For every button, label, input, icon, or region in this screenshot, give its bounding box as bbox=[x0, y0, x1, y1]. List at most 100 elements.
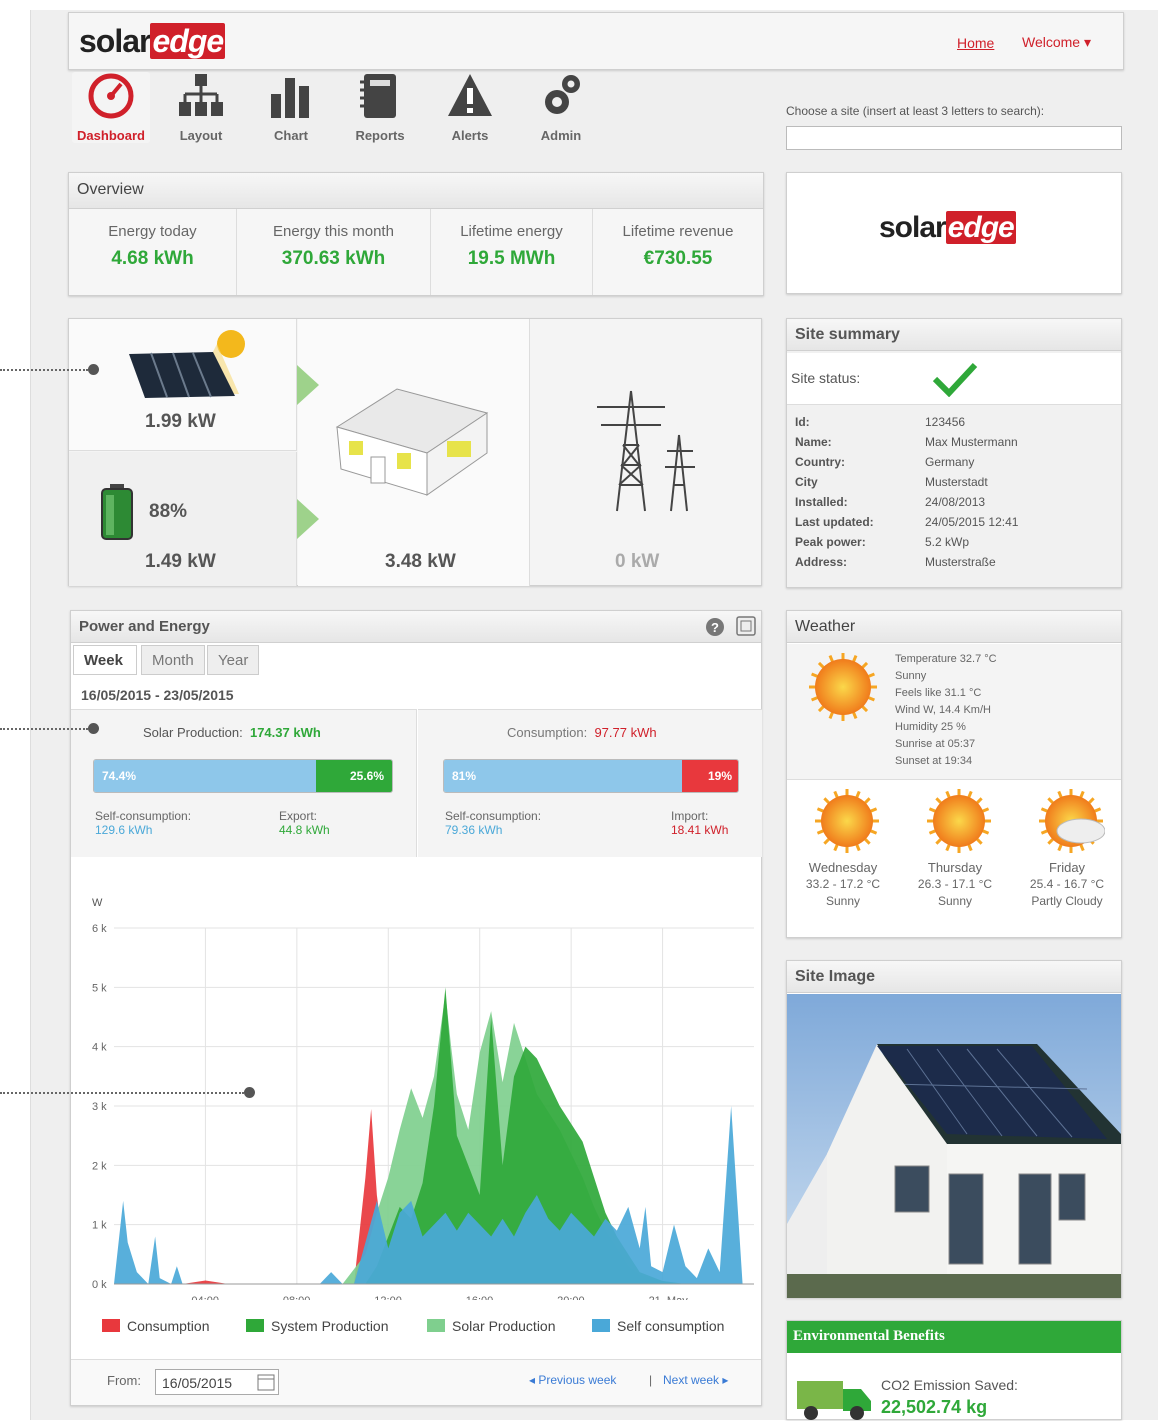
site-photo bbox=[787, 994, 1121, 1298]
export-icon[interactable] bbox=[735, 615, 757, 637]
solaredge-logo[interactable]: solaredge bbox=[79, 23, 226, 60]
header-bar: solaredge Home Welcome ▾ bbox=[68, 12, 1124, 70]
annotation-line bbox=[0, 369, 88, 371]
consumption-caption: Consumption: bbox=[507, 725, 588, 740]
flow-arrow-icon bbox=[297, 499, 319, 539]
self-consumption-value: 129.6 kWh bbox=[95, 823, 153, 837]
forecast-temp: 25.4 - 16.7 °C bbox=[1029, 877, 1105, 891]
overview-title: Overview bbox=[69, 173, 763, 209]
y-tick-label: 4 k bbox=[92, 1042, 107, 1054]
checkmark-icon bbox=[932, 362, 978, 397]
summary-key: Address: bbox=[795, 555, 848, 569]
legend-item[interactable]: Consumption bbox=[102, 1318, 210, 1334]
reports-icon bbox=[360, 74, 396, 118]
nav-dashboard[interactable]: Dashboard bbox=[72, 72, 150, 143]
help-icon[interactable]: ? bbox=[705, 617, 725, 637]
sun-icon bbox=[815, 789, 879, 853]
export-value: 44.8 kWh bbox=[279, 823, 330, 837]
site-logo-panel: solaredge bbox=[786, 172, 1122, 294]
nav-label: Dashboard bbox=[77, 128, 145, 143]
import-pct: 19% bbox=[707, 769, 732, 783]
tab-week[interactable]: Week bbox=[73, 645, 137, 675]
summary-value: Germany bbox=[925, 455, 975, 469]
svg-text:?: ? bbox=[711, 620, 719, 635]
consumption-self-fill: 81% bbox=[444, 760, 683, 792]
y-tick-label: 6 k bbox=[92, 923, 107, 935]
weather-panel: Weather Temperature 32.7 °C Sunny Feels li… bbox=[786, 610, 1122, 938]
legend-swatch bbox=[102, 1319, 120, 1332]
legend-label: Self consumption bbox=[617, 1318, 725, 1334]
overview-stat-label: Lifetime revenue bbox=[622, 223, 734, 240]
previous-week-link[interactable]: ◂ Previous week bbox=[529, 1373, 616, 1387]
overview-stat-value: 19.5 MWh bbox=[467, 248, 556, 269]
export-pct: 25.6% bbox=[349, 769, 384, 783]
nav-layout[interactable]: Layout bbox=[162, 72, 240, 143]
export-fill: 25.6% bbox=[315, 760, 392, 792]
summary-key: Id: bbox=[795, 415, 810, 429]
next-week-link[interactable]: Next week ▸ bbox=[663, 1373, 728, 1387]
power-flow-panel: 1.99 kW 88% 1.49 kW 3.48 kW 0 kW bbox=[68, 318, 762, 586]
welcome-menu[interactable]: Welcome ▾ bbox=[1022, 34, 1091, 51]
annotation-dot bbox=[244, 1087, 255, 1098]
nav-label: Chart bbox=[274, 128, 308, 143]
site-status-row: Site status: bbox=[787, 353, 1121, 405]
overview-stat: Energy this month 370.63 kWh bbox=[237, 209, 431, 295]
weather-line: Sunrise at 05:37 bbox=[895, 738, 976, 750]
environmental-panel: Environmental Benefits CO2 Emission Save… bbox=[786, 1320, 1122, 1420]
nav-reports[interactable]: Reports bbox=[341, 72, 419, 143]
y-tick-label: 1 k bbox=[92, 1220, 107, 1232]
summary-key: City bbox=[795, 475, 818, 489]
forecast-day: Friday 25.4 - 16.7 °C Partly Cloudy bbox=[1011, 859, 1123, 910]
solar-panel-icon bbox=[129, 330, 245, 398]
tab-year[interactable]: Year bbox=[207, 645, 259, 675]
alert-icon bbox=[448, 74, 492, 116]
site-search-input[interactable] bbox=[786, 126, 1122, 150]
legend-item[interactable]: System Production bbox=[246, 1318, 389, 1334]
solar-production-caption: Solar Production: bbox=[143, 725, 243, 740]
overview-stat: Energy today 4.68 kWh bbox=[69, 209, 237, 295]
site-logo-text: solar bbox=[879, 211, 947, 244]
calendar-icon[interactable] bbox=[257, 1373, 275, 1391]
from-date-value: 16/05/2015 bbox=[162, 1375, 233, 1391]
nav-label: Layout bbox=[179, 128, 223, 143]
nav-label: Reports bbox=[355, 128, 405, 143]
annotation-dot bbox=[88, 723, 99, 734]
gear-icon bbox=[545, 75, 580, 114]
self-pct: 74.4% bbox=[102, 769, 137, 783]
grid-pylon-icon bbox=[597, 390, 695, 512]
sun-icon bbox=[809, 653, 877, 721]
nav-alerts[interactable]: Alerts bbox=[431, 72, 509, 143]
summary-value: Musterstraße bbox=[925, 555, 996, 569]
x-tick-label: 12:00 bbox=[374, 1295, 402, 1300]
link-separator: | bbox=[649, 1373, 653, 1387]
nav-admin[interactable]: Admin bbox=[522, 72, 600, 143]
legend-swatch bbox=[246, 1319, 264, 1332]
legend-item[interactable]: Self consumption bbox=[592, 1318, 724, 1334]
y-tick-label: 2 k bbox=[92, 1160, 107, 1172]
legend-swatch bbox=[427, 1319, 445, 1332]
self-consumption2-caption: Self-consumption: bbox=[445, 809, 542, 823]
nav-label: Alerts bbox=[451, 128, 489, 143]
solar-split-bar: 74.4% 25.6% bbox=[93, 759, 393, 793]
forecast-day-name: Wednesday bbox=[808, 860, 878, 875]
x-tick-label: 08:00 bbox=[283, 1295, 311, 1300]
summary-value: 24/05/2015 12:41 bbox=[925, 515, 1019, 529]
x-tick-label: 04:00 bbox=[191, 1295, 219, 1300]
summary-key: Peak power: bbox=[795, 535, 866, 549]
forecast-day-name: Thursday bbox=[927, 860, 983, 875]
consumption-split-bar: 81% 19% bbox=[443, 759, 739, 793]
tab-month[interactable]: Month bbox=[141, 645, 205, 675]
nav-chart[interactable]: Chart bbox=[252, 72, 330, 143]
legend-item[interactable]: Solar Production bbox=[427, 1318, 556, 1334]
solar-power: 1.99 kW bbox=[145, 411, 216, 432]
solar-production-label: Solar Production: 174.37 kWh bbox=[143, 725, 321, 740]
summary-key: Installed: bbox=[795, 495, 848, 509]
weather-line: Sunset at 19:34 bbox=[895, 755, 973, 767]
overview-stat-value: €730.55 bbox=[643, 248, 713, 269]
truck-icon bbox=[797, 1381, 871, 1420]
site-search-label: Choose a site (insert at least 3 letters… bbox=[786, 104, 1045, 118]
forecast-condition: Sunny bbox=[937, 894, 973, 908]
home-link[interactable]: Home bbox=[957, 35, 994, 51]
site-logo-accent: edge bbox=[945, 211, 1016, 244]
y-tick-label: 3 k bbox=[92, 1101, 107, 1113]
